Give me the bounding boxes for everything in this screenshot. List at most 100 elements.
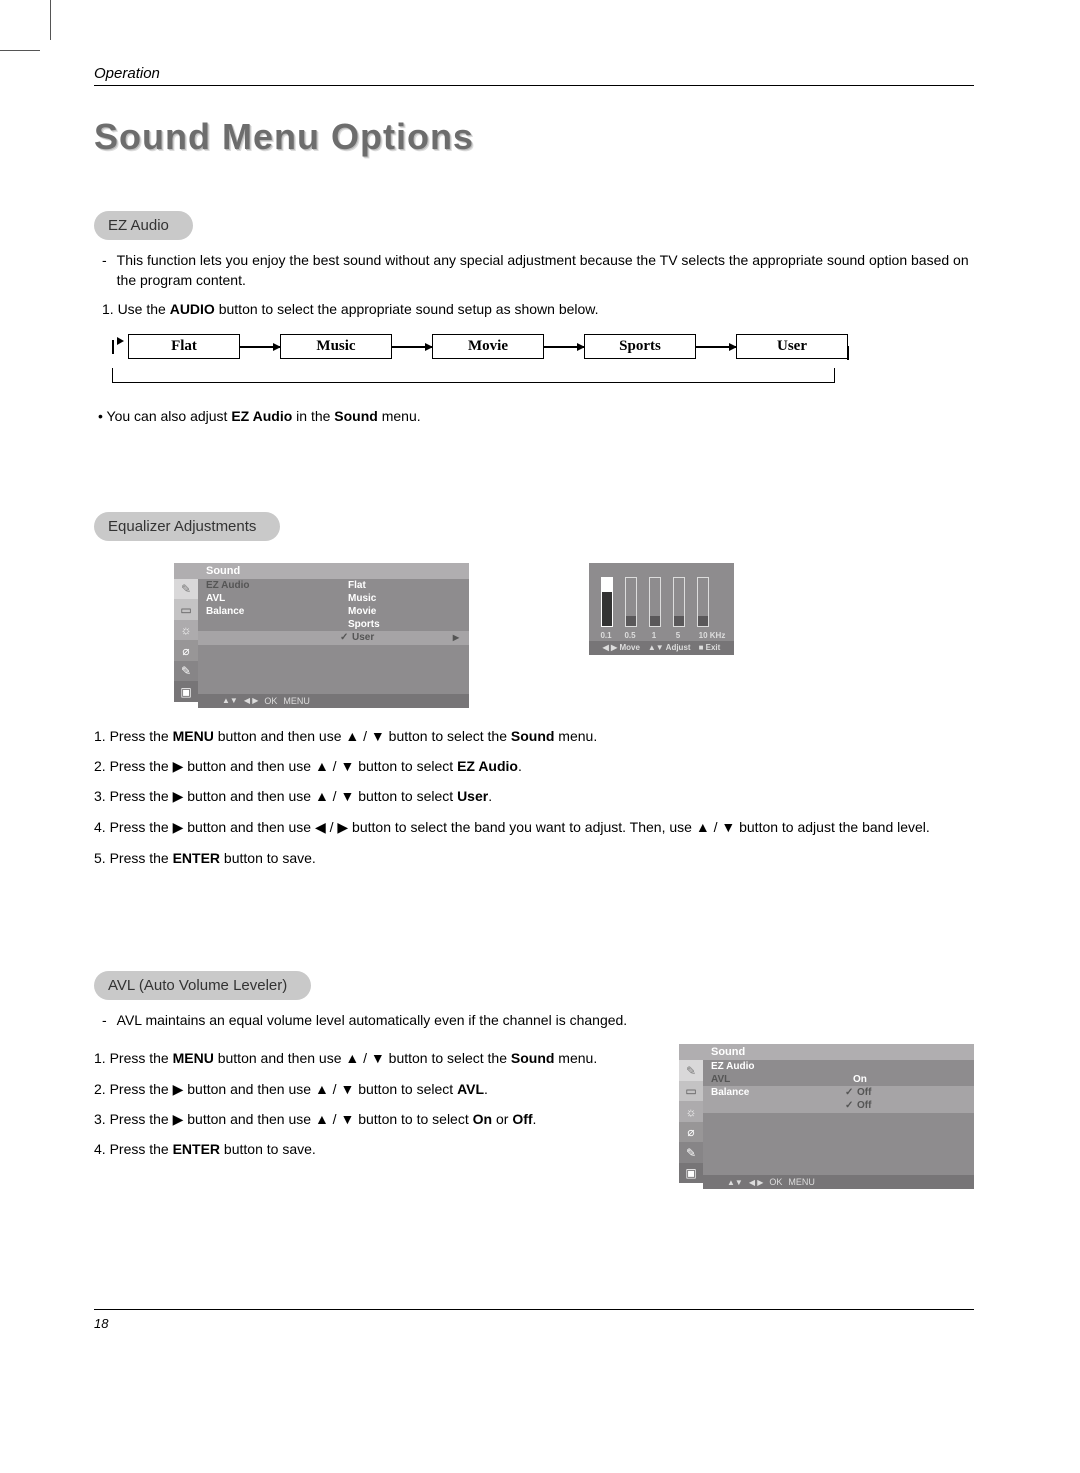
- t: /: [326, 819, 338, 835]
- menu-icon: ⌀: [679, 1122, 703, 1143]
- updown-icon: ▲▼: [727, 1178, 743, 1187]
- ez-step1: 1. Use the AUDIO button to select the ap…: [102, 299, 974, 319]
- down-icon: ▼: [340, 788, 354, 804]
- avl-menu-screenshot: ✎ ▭ ☼ ⌀ ✎ ▣ Sound EZ Audio AVLOn ✓ Off B…: [679, 1044, 974, 1189]
- menu-item: EZ Audio: [703, 1060, 851, 1073]
- leftright-icon: ◀ ▶: [749, 1178, 764, 1187]
- pill-avl: AVL (Auto Volume Leveler): [94, 971, 311, 1000]
- page-number: 18: [94, 1316, 974, 1331]
- ez-desc: This function lets you enjoy the best so…: [117, 250, 974, 291]
- t: 0.1: [599, 631, 613, 640]
- flow-music: Music: [280, 334, 392, 359]
- menu-icon: ☼: [174, 620, 198, 641]
- eq-bar: [673, 577, 685, 627]
- eq-bar: [625, 577, 637, 627]
- up-icon: ▲: [315, 1081, 329, 1097]
- t: button to select the: [385, 1050, 511, 1066]
- t: Move: [619, 643, 639, 652]
- avl-desc: AVL maintains an equal volume level auto…: [117, 1010, 628, 1030]
- t: 5: [671, 631, 685, 640]
- down-icon: ▼: [340, 758, 354, 774]
- t: button to select the: [385, 728, 511, 744]
- right-icon: ▶: [173, 788, 184, 804]
- stop-icon: ■: [699, 643, 704, 652]
- check-icon: ✓: [340, 631, 348, 645]
- t: button to save.: [220, 850, 316, 866]
- lr-icon: ◀ ▶: [603, 643, 618, 652]
- menu-title: Sound: [198, 563, 469, 579]
- menu-item: Balance: [703, 1086, 851, 1099]
- eq-bar: [697, 577, 709, 627]
- t: 5. Press the: [94, 850, 173, 866]
- avl-desc-block: -AVL maintains an equal volume level aut…: [102, 1010, 974, 1030]
- right-icon: ▶: [173, 758, 184, 774]
- t: 2. Press the: [94, 758, 173, 774]
- menu-selected: Off: [857, 1086, 964, 1100]
- menu-opt: Flat: [346, 579, 469, 592]
- up-icon: ▲: [315, 788, 329, 804]
- check-icon: ✓: [845, 1099, 853, 1113]
- t: /: [329, 758, 341, 774]
- t: or: [492, 1111, 512, 1127]
- eq-bar: [649, 577, 661, 627]
- t: User: [457, 788, 488, 804]
- ud-icon: ▲▼: [648, 643, 664, 652]
- t: Adjust: [666, 643, 691, 652]
- t: 4. Press the: [94, 1141, 173, 1157]
- flow-user: User: [736, 334, 848, 359]
- t: button and then use: [183, 819, 315, 835]
- t: button to select the appropriate sound s…: [215, 301, 599, 317]
- menu-opt: Movie: [346, 605, 469, 618]
- eq-steps: 1. Press the MENU button and then use ▲ …: [94, 726, 974, 868]
- menu-icon: ▣: [679, 1163, 703, 1184]
- sound-menu-screenshot: ✎ ▭ ☼ ⌀ ✎ ▣ Sound EZ AudioFlat AVLMusic …: [174, 563, 469, 708]
- t: MENU: [173, 1050, 214, 1066]
- avl-steps: 1. Press the MENU button and then use ▲ …: [94, 1048, 634, 1159]
- menu-hint-bar: ▲▼ ◀ ▶ OK MENU: [703, 1175, 974, 1189]
- down-icon: ▼: [721, 819, 735, 835]
- t: menu.: [554, 1050, 597, 1066]
- right-icon: ▶: [173, 1111, 184, 1127]
- down-icon: ▼: [340, 1111, 354, 1127]
- t: button to adjust the band level.: [735, 819, 930, 835]
- t: button and then use: [183, 788, 315, 804]
- loop-down: [847, 346, 849, 360]
- t: .: [488, 788, 492, 804]
- right-icon: ▶: [337, 819, 348, 835]
- arrow-icon: [240, 346, 280, 348]
- right-icon: ▶: [173, 819, 184, 835]
- ez-body: - This function lets you enjoy the best …: [102, 250, 974, 319]
- menu-selected: User: [352, 631, 453, 645]
- t: 0.5: [623, 631, 637, 640]
- t: button to select: [354, 788, 457, 804]
- equalizer-panel: 0.1 0.5 1 5 10 KHz ◀ ▶ Move ▲▼ Adjust ■ …: [589, 563, 734, 655]
- audio-bold: AUDIO: [170, 301, 215, 317]
- arrow-icon: [696, 346, 736, 348]
- t: 4. Press the: [94, 819, 173, 835]
- dash: -: [102, 250, 107, 291]
- hint-menu: MENU: [788, 1177, 815, 1187]
- t: button to select: [354, 758, 457, 774]
- left-icon: ◀: [315, 819, 326, 835]
- menu-item: Balance: [198, 605, 346, 618]
- loop-return-line: [112, 368, 835, 383]
- menu-opt: Music: [346, 592, 469, 605]
- t: button and then use: [183, 1111, 315, 1127]
- t: .: [533, 1111, 537, 1127]
- right-arrow-icon: ▶: [453, 631, 459, 645]
- t: /: [329, 1111, 341, 1127]
- t: /: [329, 1081, 341, 1097]
- menu-icon: ▭: [679, 1081, 703, 1102]
- running-header: Operation: [94, 65, 974, 86]
- t: Off: [512, 1111, 532, 1127]
- arrow-icon: [544, 346, 584, 348]
- menu-opt: Sports: [346, 618, 469, 631]
- footer-rule: [94, 1309, 974, 1310]
- t: button to select the band you want to ad…: [348, 819, 696, 835]
- t: Sound: [511, 728, 555, 744]
- t: button and then use: [214, 1050, 346, 1066]
- t: EZ Audio: [457, 758, 518, 774]
- page-title: Sound Menu Options: [94, 116, 974, 158]
- menu-icon: ✎: [679, 1142, 703, 1163]
- up-icon: ▲: [345, 1050, 359, 1066]
